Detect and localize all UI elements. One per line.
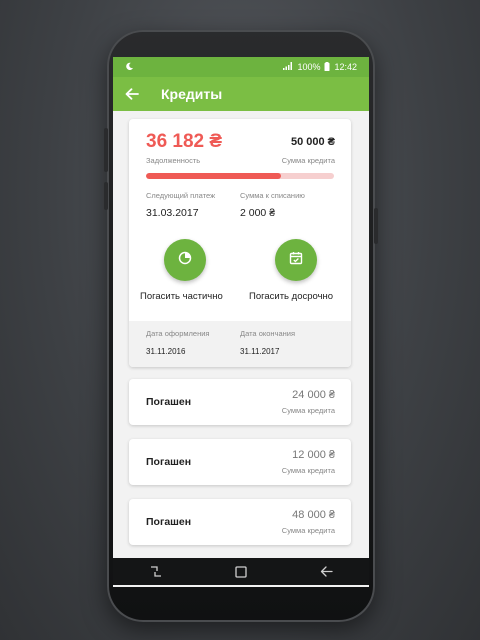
recent-apps-icon[interactable] <box>143 562 169 582</box>
active-credit-card: 36 182 ₴ Задолженность 50 000 ₴ Сумма кр… <box>129 119 351 367</box>
notification-icon <box>125 62 134 73</box>
credit-amount-label: Сумма кредита <box>281 406 335 415</box>
app-bar: Кредиты <box>113 77 369 111</box>
pie-chart-icon <box>178 251 192 270</box>
credit-amount-label: Сумма кредита <box>281 156 335 165</box>
credit-amount: 24 000 ₴ <box>292 389 335 401</box>
credit-amount-label: Сумма кредита <box>281 466 335 475</box>
credit-amount: 50 000 ₴ <box>290 136 335 148</box>
battery-percent: 100% <box>297 62 321 72</box>
status-bar: 100% 12:42 <box>113 57 369 77</box>
bixby-button <box>104 182 108 210</box>
credit-status: Погашен <box>146 396 192 408</box>
early-repay-button[interactable] <box>275 239 317 281</box>
repayment-progress-fill <box>146 173 282 179</box>
paid-credit-card[interactable]: Погашен 12 000 ₴ Сумма кредита <box>129 439 351 485</box>
end-date: 31.11.2017 <box>240 347 280 356</box>
volume-button <box>104 128 108 172</box>
page-title: Кредиты <box>161 86 223 102</box>
end-date-label: Дата окончания <box>240 329 296 338</box>
home-icon[interactable] <box>228 562 254 582</box>
credits-list[interactable]: 36 182 ₴ Задолженность 50 000 ₴ Сумма кр… <box>113 111 369 587</box>
debt-amount: 36 182 ₴ <box>146 131 223 152</box>
debt-label: Задолженность <box>146 156 201 165</box>
credit-amount: 12 000 ₴ <box>292 449 335 461</box>
charge-amount: 2 000 ₴ <box>240 207 276 219</box>
repayment-progress-bar <box>146 173 334 179</box>
signal-icon <box>283 62 293 72</box>
issue-date-label: Дата оформления <box>146 329 210 338</box>
arrow-left-icon[interactable] <box>123 85 141 103</box>
credit-dates: Дата оформления 31.11.2016 Дата окончани… <box>129 321 351 367</box>
credit-amount: 48 000 ₴ <box>292 509 335 521</box>
calendar-check-icon <box>289 251 303 270</box>
issue-date: 31.11.2016 <box>146 347 186 356</box>
back-icon[interactable] <box>313 562 339 582</box>
charge-amount-label: Сумма к списанию <box>240 191 305 200</box>
next-payment-date: 31.03.2017 <box>146 207 199 219</box>
next-payment-label: Следующий платеж <box>146 191 216 200</box>
paid-credit-card[interactable]: Погашен 48 000 ₴ Сумма кредита <box>129 499 351 545</box>
partial-repay-button[interactable] <box>164 239 206 281</box>
credit-amount-label: Сумма кредита <box>281 526 335 535</box>
early-repay-label[interactable]: Погасить досрочно <box>249 291 333 302</box>
power-button <box>374 208 378 244</box>
credit-status: Погашен <box>146 516 192 528</box>
app-screen: 100% 12:42 Кредиты 36 182 ₴ Задолженност… <box>113 57 369 587</box>
paid-credit-card[interactable]: Погашен 24 000 ₴ Сумма кредита <box>129 379 351 425</box>
credit-status: Погашен <box>146 456 192 468</box>
partial-repay-label[interactable]: Погасить частично <box>140 291 223 302</box>
clock: 12:42 <box>334 62 357 72</box>
battery-icon <box>324 61 330 73</box>
system-nav-bar <box>113 558 369 585</box>
